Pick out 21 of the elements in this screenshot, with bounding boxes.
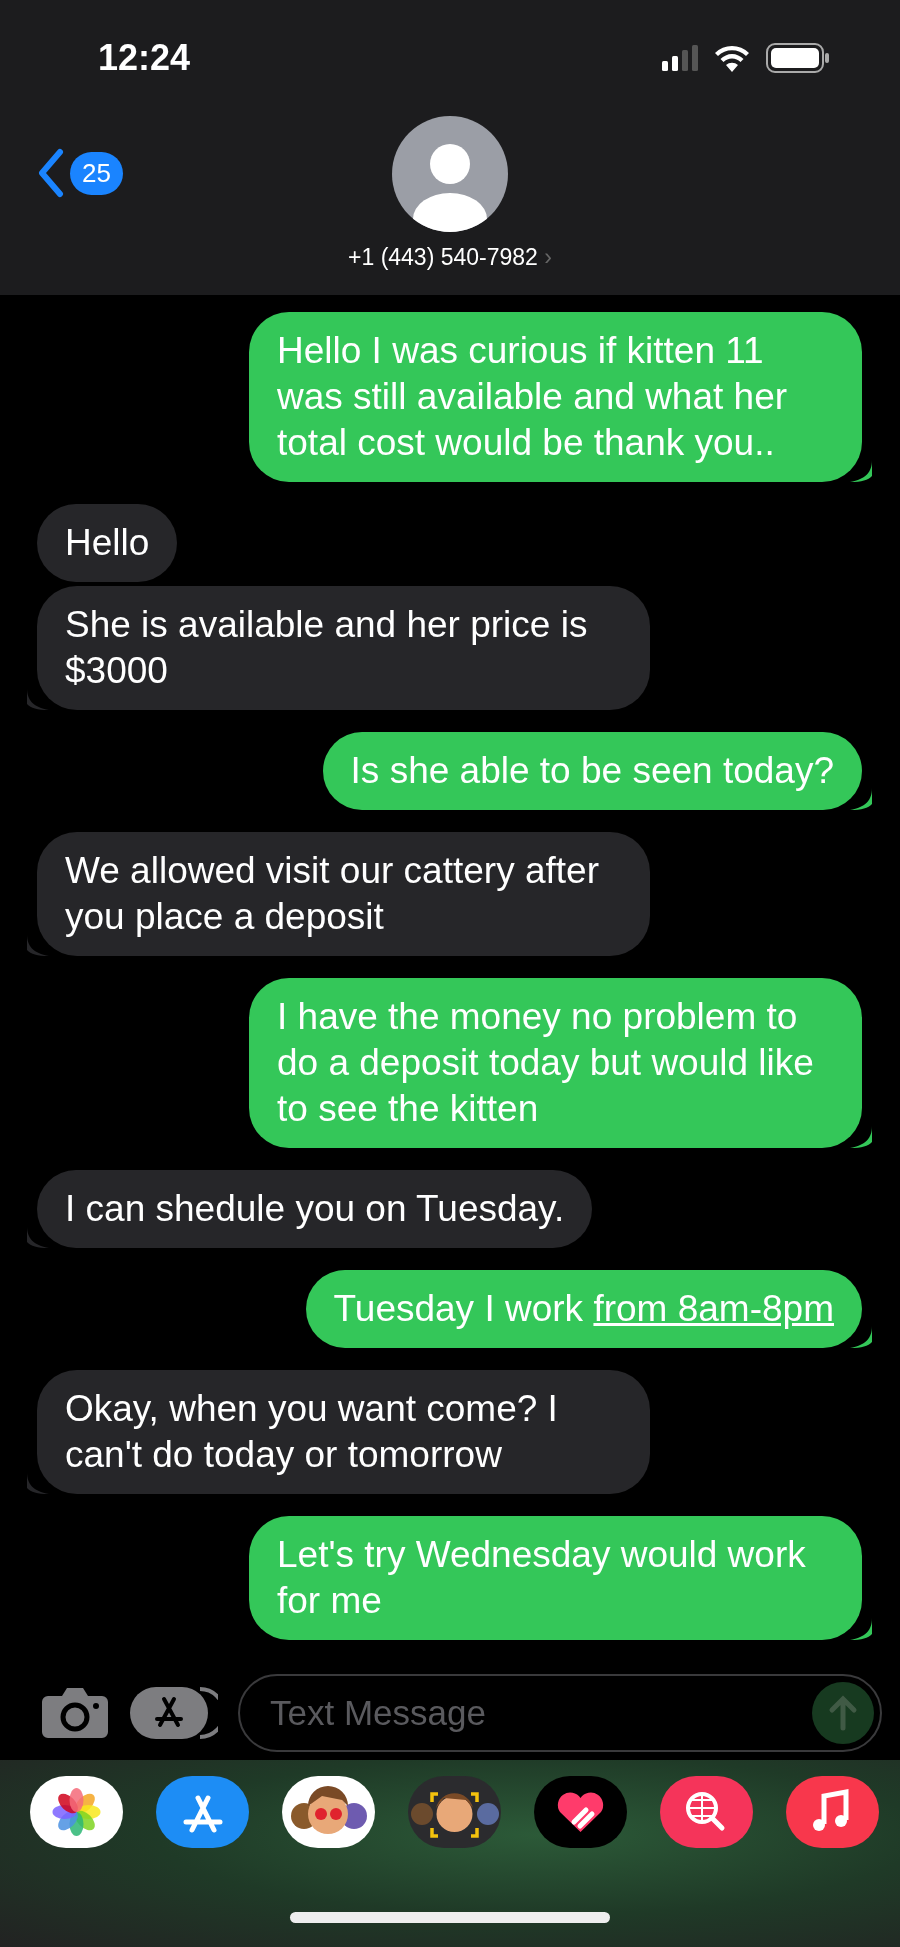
message-bubble: Hello I was curious if kitten 11 was still available and what her total cost would be thank you..: [249, 312, 862, 482]
contact-name[interactable]: +1 (443) 540-7982 ›: [348, 244, 552, 271]
message-bubble: Tuesday I work from 8am-8pm: [305, 1270, 862, 1348]
battery-icon: [766, 42, 830, 73]
back-chevron-icon[interactable]: [36, 148, 64, 198]
camera-icon[interactable]: [40, 1685, 110, 1740]
time-link[interactable]: from 8am-8pm: [593, 1288, 834, 1329]
message-bubble: She is available and her price is $3000: [37, 586, 650, 710]
message-bubble: We allowed visit our cattery after you place a deposit: [37, 832, 650, 956]
status-time: 12:24: [98, 36, 191, 79]
message-bubble: Is she able to be seen today?: [322, 732, 862, 810]
wifi-icon: [714, 43, 750, 72]
message-bubble: I have the money no problem to do a deposit today but would like to see the kitten: [249, 978, 862, 1148]
message-bubble: Let's try Wednesday would work for me: [249, 1516, 862, 1640]
message-bubble: I can shedule you on Tuesday.: [37, 1170, 593, 1248]
message-bubble: Hello: [37, 504, 178, 582]
message-field[interactable]: Text Message: [238, 1673, 882, 1752]
message-bubble: Okay, when you want come? I can't do today or tomorrow: [37, 1370, 650, 1494]
signal-icon: [662, 44, 698, 71]
message-input[interactable]: Text Message: [268, 1691, 812, 1734]
avatar-icon[interactable]: [392, 116, 508, 232]
